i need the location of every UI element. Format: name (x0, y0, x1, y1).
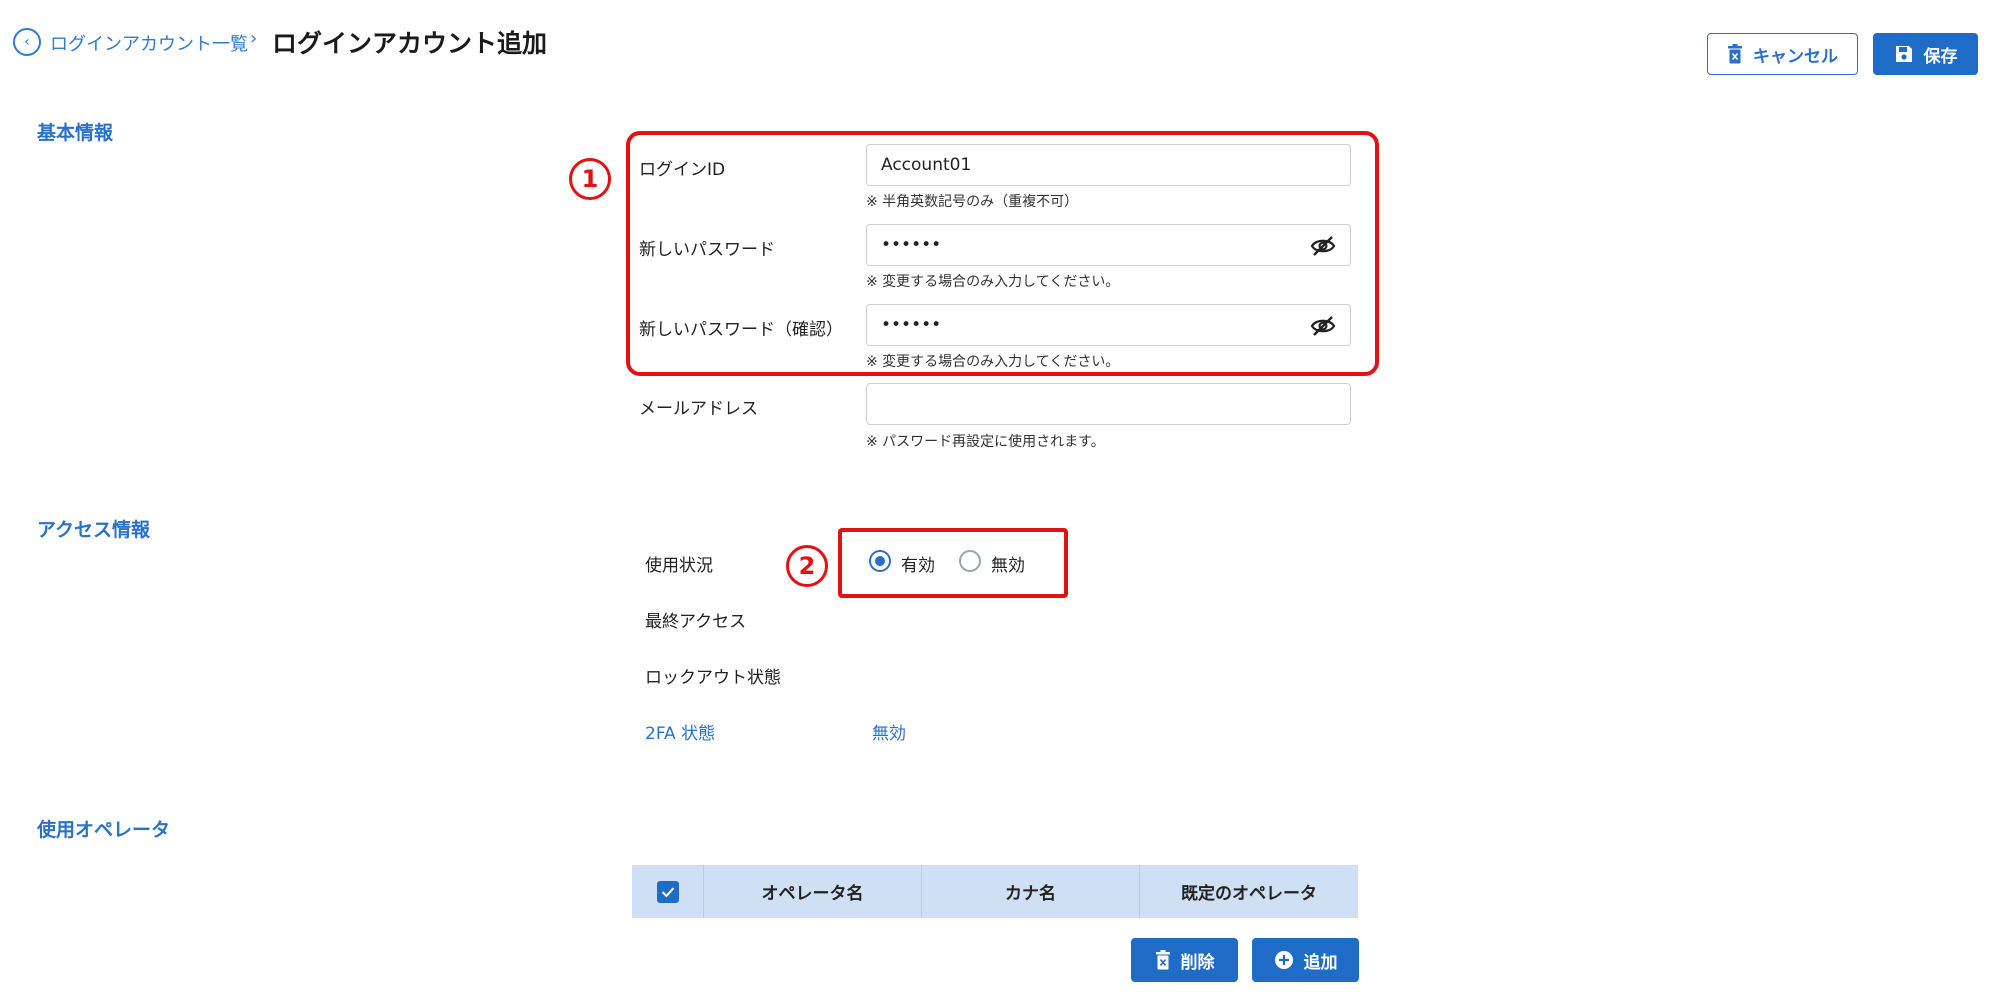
trash-icon (1155, 950, 1170, 970)
new-password-input[interactable]: •••••• (866, 224, 1351, 266)
login-id-hint: ※ 半角英数記号のみ（重複不可） (866, 194, 1079, 210)
section-basic-info: 基本情報 (37, 122, 114, 144)
plus-circle-icon (1274, 951, 1293, 969)
new-password-label: 新しいパスワード (639, 240, 775, 260)
section-operators: 使用オペレータ (37, 819, 171, 841)
confirm-password-hint: ※ 変更する場合のみ入力してください。 (866, 354, 1120, 370)
trash-icon (1728, 44, 1742, 64)
eye-off-icon[interactable] (1310, 234, 1336, 258)
new-password-hint: ※ 変更する場合のみ入力してください。 (866, 274, 1120, 290)
cancel-button[interactable]: キャンセル (1707, 33, 1858, 75)
column-operator-name[interactable]: オペレータ名 (704, 865, 922, 918)
select-all-cell (632, 865, 704, 918)
new-password-value: •••••• (881, 235, 942, 255)
check-icon (661, 886, 674, 897)
annotation-number-2: 2 (786, 545, 828, 587)
confirm-password-label: 新しいパスワード（確認） (639, 320, 843, 340)
delete-button[interactable]: 削除 (1131, 938, 1238, 982)
breadcrumb-link[interactable]: ログインアカウント一覧 (50, 30, 248, 56)
email-input[interactable] (866, 383, 1351, 425)
twofa-status-value: 無効 (872, 724, 906, 744)
radio-enabled-label: 有効 (901, 556, 935, 576)
login-id-value: Account01 (881, 155, 972, 175)
back-button[interactable]: ‹ (13, 28, 41, 56)
login-id-input[interactable]: Account01 (866, 144, 1351, 186)
column-kana-name[interactable]: カナ名 (922, 865, 1140, 918)
email-label: メールアドレス (639, 399, 758, 419)
cancel-label: キャンセル (1753, 46, 1838, 67)
eye-off-icon[interactable] (1310, 314, 1336, 338)
select-all-checkbox[interactable] (656, 880, 679, 903)
radio-disabled-label: 無効 (991, 556, 1025, 576)
annotation-number-1: 1 (569, 158, 611, 200)
lockout-status-label: ロックアウト状態 (645, 668, 781, 688)
twofa-status-label: 2FA 状態 (645, 724, 716, 744)
email-hint: ※ パスワード再設定に使用されます。 (866, 434, 1105, 450)
add-button[interactable]: 追加 (1252, 938, 1359, 982)
last-access-label: 最終アクセス (645, 612, 747, 632)
login-id-label: ログインID (639, 160, 726, 180)
column-default-operator[interactable]: 既定のオペレータ (1140, 865, 1358, 918)
breadcrumb-separator: › (250, 28, 258, 49)
save-label: 保存 (1923, 46, 1958, 67)
confirm-password-input[interactable]: •••••• (866, 304, 1351, 346)
confirm-password-value: •••••• (881, 315, 942, 335)
section-access-info: アクセス情報 (37, 519, 151, 541)
save-icon (1895, 46, 1912, 62)
operators-table-header: オペレータ名 カナ名 既定のオペレータ (632, 865, 1358, 918)
usage-status-label: 使用状況 (645, 556, 713, 576)
radio-enabled[interactable] (869, 550, 891, 572)
delete-label: 削除 (1180, 952, 1215, 973)
radio-disabled[interactable] (959, 550, 981, 572)
chevron-left-icon: ‹ (24, 34, 30, 50)
page-title: ログインアカウント追加 (272, 29, 548, 58)
save-button[interactable]: 保存 (1873, 33, 1978, 75)
add-label: 追加 (1303, 952, 1338, 973)
